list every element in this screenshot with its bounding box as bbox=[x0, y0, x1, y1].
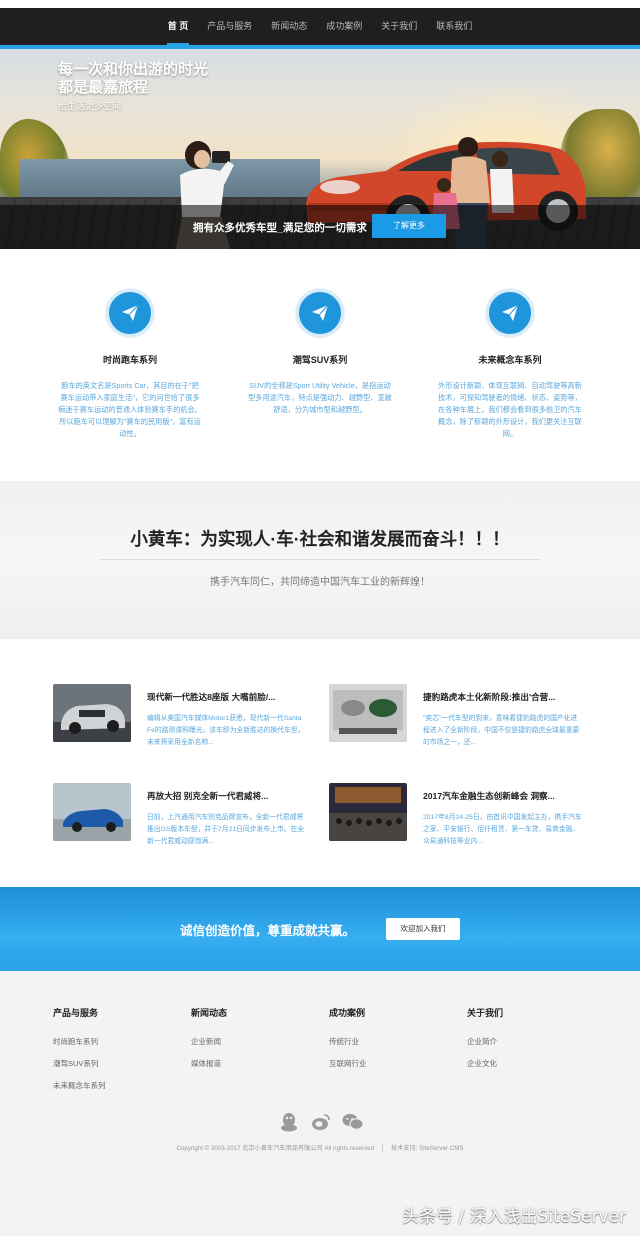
footer-column-products: 产品与服务 时尚跑车系列 潮驾SUV系列 未来概念车系列 bbox=[53, 1006, 173, 1102]
news-item[interactable]: 再放大招 别克全新一代君威将... 日前，上汽通用汽车别克品牌宣布，全新一代君威… bbox=[53, 783, 313, 845]
footer-column-title: 产品与服务 bbox=[53, 1008, 99, 1018]
feature-desc: 外形设计新颖、体现互联网、自动驾驶等高新技术，可探知驾驶者的情绪、状态、姿势等，… bbox=[438, 381, 582, 438]
hero-title: 每一次和你出游的时光 都是最嘉旅程 bbox=[58, 61, 208, 97]
main-nav: 首 页 产品与服务 新闻动态 成功案例 关于我们 联系我们 bbox=[0, 8, 640, 45]
cta-banner: 诚信创造价值，尊重成就共赢。 欢迎加入我们 bbox=[0, 887, 640, 971]
nav-item-news[interactable]: 新闻动态 bbox=[262, 8, 317, 45]
weibo-icon[interactable] bbox=[310, 1111, 332, 1133]
wechat-icon[interactable] bbox=[342, 1111, 364, 1133]
feature-title: 未来概念车系列 bbox=[478, 355, 542, 365]
news-item[interactable]: 2017汽车金融生态创新峰会 洞察... 2017年8月24-25日，由首讯中国… bbox=[329, 783, 589, 845]
footer-column-cases: 成功案例 传统行业 互联网行业 bbox=[329, 1006, 449, 1080]
divider bbox=[381, 1144, 383, 1153]
nav-item-cases[interactable]: 成功案例 bbox=[317, 8, 372, 45]
qq-icon[interactable] bbox=[278, 1111, 300, 1133]
copyright-line: Copyright © 2003-2017 北京小黄车汽车用品有限公司 All … bbox=[0, 1143, 640, 1153]
footer-column-title: 新闻动态 bbox=[191, 1008, 228, 1018]
hero-bar-text: 拥有众多优秀车型_满足您的一切需求 bbox=[193, 222, 367, 234]
tech-support-text: 技术支持: SiteServer CMS bbox=[390, 1145, 464, 1152]
nav-item-products[interactable]: 产品与服务 bbox=[198, 8, 262, 45]
hero-banner: 每一次和你出游的时光 都是最嘉旅程 给生活更多空间 拥有众多优秀车型_满足您的一… bbox=[0, 49, 640, 249]
news-section: 现代新一代胜达8座版 大嘴前脸/... 编辑从美国汽车媒体Motor1获悉，现代… bbox=[0, 639, 640, 887]
feature-card-sports: 时尚跑车系列 跑车的英文名是Sports Car，其目的在于"把赛车运动带入家庭… bbox=[50, 289, 210, 440]
news-thumbnail-summit bbox=[329, 783, 407, 841]
footer-column-about: 关于我们 企业简介 企业文化 bbox=[467, 1006, 587, 1080]
features-section: 时尚跑车系列 跑车的英文名是Sports Car，其目的在于"把赛车运动带入家庭… bbox=[0, 249, 640, 481]
nav-item-about[interactable]: 关于我们 bbox=[372, 8, 427, 45]
hero-subtitle: 给生活更多空间 bbox=[58, 101, 122, 111]
footer-link[interactable]: 企业简介 bbox=[467, 1036, 587, 1047]
footer-link[interactable]: 媒体报道 bbox=[191, 1058, 311, 1069]
footer-column-news: 新闻动态 企业新闻 媒体报道 bbox=[191, 1006, 311, 1080]
top-strip bbox=[0, 0, 640, 8]
watermark: 头条号 / 深入浅出SiteServer bbox=[402, 1207, 626, 1227]
footer-link[interactable]: 传统行业 bbox=[329, 1036, 449, 1047]
feature-desc: 跑车的英文名是Sports Car，其目的在于"把赛车运动带入家庭生活"，它的问… bbox=[58, 381, 202, 438]
slogan-subtitle: 携手汽车同仁，共同缔造中国汽车工业的新辉煌！ bbox=[210, 577, 430, 588]
social-links bbox=[278, 1111, 364, 1133]
news-thumbnail-buick bbox=[53, 783, 131, 841]
footer-link[interactable]: 时尚跑车系列 bbox=[53, 1036, 173, 1047]
slogan-section: 小黄车：为实现人·车·社会和谐发展而奋斗！！！ 携手汽车同仁，共同缔造中国汽车工… bbox=[0, 481, 640, 639]
learn-more-button[interactable]: 了解更多 bbox=[372, 214, 446, 238]
divider bbox=[100, 559, 540, 560]
copyright-text: Copyright © 2003-2017 北京小黄车汽车用品有限公司 All … bbox=[176, 1145, 374, 1152]
footer: 产品与服务 时尚跑车系列 潮驾SUV系列 未来概念车系列 新闻动态 企业新闻 媒… bbox=[0, 971, 640, 1236]
news-title: 捷豹路虎本土化新阶段:推出'合营... bbox=[423, 692, 556, 702]
feature-title: 时尚跑车系列 bbox=[102, 355, 157, 365]
feature-card-concept: 未来概念车系列 外形设计新颖、体现互联网、自动驾驶等高新技术，可探知驾驶者的情绪… bbox=[430, 289, 590, 440]
nav-item-contact[interactable]: 联系我们 bbox=[427, 8, 482, 45]
news-title: 现代新一代胜达8座版 大嘴前脸/... bbox=[147, 692, 276, 702]
footer-link[interactable]: 互联网行业 bbox=[329, 1058, 449, 1069]
news-thumbnail-suv bbox=[53, 684, 131, 742]
footer-link[interactable]: 企业新闻 bbox=[191, 1036, 311, 1047]
feature-title: 潮驾SUV系列 bbox=[292, 355, 348, 365]
feature-desc: SUV的全称是Sport Utility Vehicle，是指运动型多用途汽车，… bbox=[248, 381, 392, 414]
feature-card-suv: 潮驾SUV系列 SUV的全称是Sport Utility Vehicle，是指运… bbox=[240, 289, 400, 416]
cta-text: 诚信创造价值，尊重成就共赢。 bbox=[180, 924, 356, 938]
news-item[interactable]: 捷豹路虎本土化新阶段:推出'合营... "奕芯"一代车型的到来，意味着捷豹路虎的… bbox=[329, 684, 589, 746]
news-desc: "奕芯"一代车型的到来，意味着捷豹路虎的国产化进程进入了全新阶段，中国不仅是捷豹… bbox=[423, 715, 580, 746]
news-desc: 2017年8月24-25日，由首讯中国发起主办，携手汽车之家、平安银行、佰仟租赁… bbox=[423, 814, 582, 845]
nav-item-home[interactable]: 首 页 bbox=[158, 8, 198, 45]
news-item[interactable]: 现代新一代胜达8座版 大嘴前脸/... 编辑从美国汽车媒体Motor1获悉，现代… bbox=[53, 684, 313, 746]
paper-plane-icon bbox=[106, 289, 154, 337]
join-us-button[interactable]: 欢迎加入我们 bbox=[386, 918, 460, 940]
footer-link[interactable]: 潮驾SUV系列 bbox=[53, 1058, 173, 1069]
news-title: 2017汽车金融生态创新峰会 洞察... bbox=[423, 791, 555, 801]
hero-title-line2: 都是最嘉旅程 bbox=[58, 79, 149, 96]
news-title: 再放大招 别克全新一代君威将... bbox=[147, 791, 269, 801]
paper-plane-icon bbox=[486, 289, 534, 337]
news-desc: 日前，上汽通用汽车别克品牌宣布，全新一代君威将推出GS版本车型，并于7月21日同… bbox=[147, 814, 305, 845]
footer-link[interactable]: 企业文化 bbox=[467, 1058, 587, 1069]
hero-title-line1: 每一次和你出游的时光 bbox=[58, 61, 209, 78]
paper-plane-icon bbox=[296, 289, 344, 337]
footer-column-title: 关于我们 bbox=[467, 1008, 504, 1018]
news-desc: 编辑从美国汽车媒体Motor1获悉，现代新一代Santa Fe的路测谍照曝光，该… bbox=[147, 715, 305, 746]
news-thumbnail-jaguar-landrover bbox=[329, 684, 407, 742]
footer-column-title: 成功案例 bbox=[329, 1008, 366, 1018]
slogan-title: 小黄车：为实现人·车·社会和谐发展而奋斗！！！ bbox=[130, 529, 510, 549]
hero-info-bar: 拥有众多优秀车型_满足您的一切需求 了解更多 bbox=[0, 205, 640, 249]
footer-link[interactable]: 未来概念车系列 bbox=[53, 1080, 173, 1091]
